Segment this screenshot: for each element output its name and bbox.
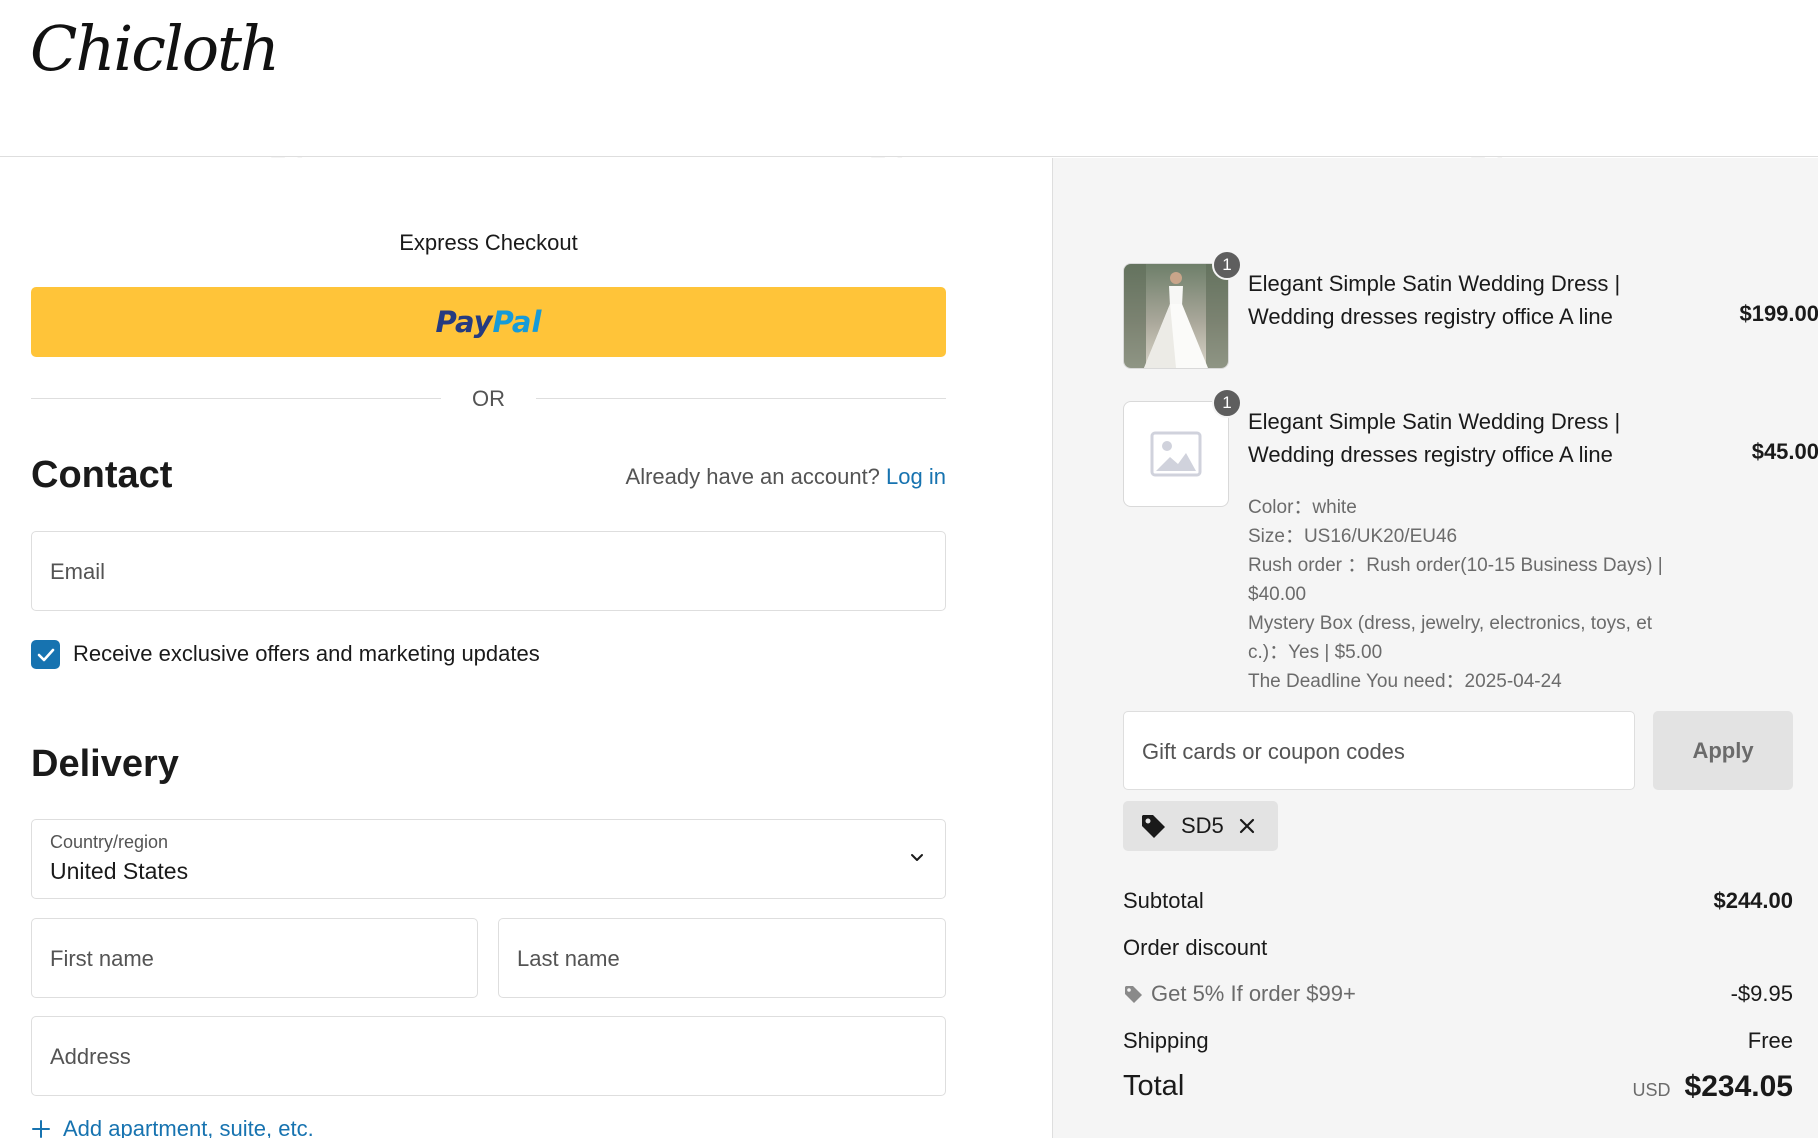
brand-logo[interactable]: Chicloth: [30, 18, 280, 80]
country-select[interactable]: Country/region United States: [31, 819, 946, 899]
paypal-logo: PayPal: [435, 305, 542, 339]
first-name-field[interactable]: First name: [31, 918, 478, 998]
quantity-badge: 1: [1212, 250, 1242, 280]
option-line: The Deadline You need：2025-04-24: [1248, 671, 1562, 692]
product-options: Color：white Size：US16/UK20/EU46 Rush ord…: [1248, 493, 1708, 696]
plus-icon: [32, 1120, 50, 1138]
address-field[interactable]: Address: [31, 1016, 946, 1096]
applied-coupon-chip: SD5: [1123, 801, 1278, 851]
express-checkout-title: Express Checkout: [399, 230, 578, 255]
shipping-label: Shipping: [1123, 1028, 1209, 1053]
discount-value: -$9.95: [1730, 981, 1793, 1006]
email-placeholder: Email: [50, 559, 106, 584]
total-row: Total USD $234.05: [1123, 1070, 1793, 1114]
product-title: Elegant Simple Satin Wedding Dress | Wed…: [1248, 409, 1621, 467]
option-line: Color：white: [1248, 497, 1357, 518]
option-line: c.)：Yes | $5.00: [1248, 642, 1383, 663]
product-price: $199.00: [1739, 301, 1818, 326]
last-name-field[interactable]: Last name: [498, 918, 946, 998]
coupon-placeholder: Gift cards or coupon codes: [1142, 739, 1405, 764]
add-apartment-label: Add apartment, suite, etc.: [63, 1116, 314, 1138]
address-placeholder: Address: [50, 1044, 131, 1069]
subtotal-row: Subtotal $244.00: [1123, 888, 1793, 914]
shipping-row: Shipping Free: [1123, 1028, 1793, 1054]
total-amount: $234.05: [1684, 1070, 1793, 1103]
chevron-down-icon: [911, 854, 923, 861]
option-line: $40.00: [1248, 584, 1307, 605]
total-label: Total: [1123, 1070, 1185, 1102]
marketing-checkbox[interactable]: [31, 640, 60, 669]
last-name-placeholder: Last name: [517, 946, 620, 971]
account-prompt-text: Already have an account?: [625, 464, 880, 489]
discount-row: Order discount: [1123, 935, 1793, 961]
quantity-badge: 1: [1212, 388, 1242, 418]
subtotal-label: Subtotal: [1123, 888, 1204, 913]
first-name-placeholder: First name: [50, 946, 154, 971]
image-placeholder-icon: [1150, 431, 1202, 477]
checkmark-icon: [37, 648, 54, 661]
marketing-label: Receive exclusive offers and marketing u…: [73, 641, 540, 666]
login-link[interactable]: Log in: [886, 464, 946, 489]
tag-icon: [1142, 815, 1165, 838]
line-item: 1 Elegant Simple Satin Wedding Dress | W…: [1123, 250, 1818, 373]
country-label: Country/region: [50, 832, 169, 852]
or-text: OR: [472, 386, 505, 411]
option-line: Mystery Box (dress, jewelry, electronics…: [1248, 613, 1653, 634]
apply-button[interactable]: Apply: [1653, 711, 1793, 790]
contact-heading: Contact: [31, 454, 173, 496]
email-field[interactable]: Email: [31, 531, 946, 611]
discount-detail-row: Get 5% If order $99+ -$9.95: [1123, 981, 1793, 1007]
or-divider: OR: [31, 386, 946, 411]
product-thumbnail: 1: [1123, 250, 1242, 369]
paypal-button[interactable]: PayPal: [31, 287, 946, 357]
currency-code: USD: [1632, 1080, 1671, 1100]
discount-label: Order discount: [1123, 935, 1268, 960]
order-summary: 1 Elegant Simple Satin Wedding Dress | W…: [1052, 158, 1818, 1138]
tag-icon: [1125, 986, 1142, 1003]
coupon-input[interactable]: Gift cards or coupon codes: [1123, 711, 1635, 790]
product-thumbnail: 1: [1123, 388, 1242, 507]
country-value: United States: [50, 858, 189, 884]
account-prompt: Already have an account? Log in: [626, 464, 946, 490]
line-item: 1 Elegant Simple Satin Wedding Dress | W…: [1123, 388, 1818, 692]
checkout-form: Express Checkout PayPal OR Contact Alrea…: [0, 158, 1052, 1138]
option-line: Size：US16/UK20/EU46: [1248, 526, 1458, 547]
product-price: $45.00: [1751, 439, 1818, 464]
subtotal-value: $244.00: [1713, 888, 1793, 913]
coupon-code: SD5: [1181, 813, 1224, 838]
dress-image: [1124, 264, 1228, 368]
product-title: Elegant Simple Satin Wedding Dress | Wed…: [1248, 271, 1621, 329]
discount-description: Get 5% If order $99+: [1151, 981, 1356, 1006]
shipping-value: Free: [1747, 1028, 1793, 1053]
close-icon[interactable]: [1238, 817, 1256, 835]
delivery-heading: Delivery: [31, 743, 179, 785]
add-apartment-link[interactable]: Add apartment, suite, etc.: [31, 1116, 314, 1138]
site-header: Chicloth: [0, 0, 1818, 157]
option-line: Rush order ：Rush order(10-15 Business Da…: [1248, 555, 1663, 576]
